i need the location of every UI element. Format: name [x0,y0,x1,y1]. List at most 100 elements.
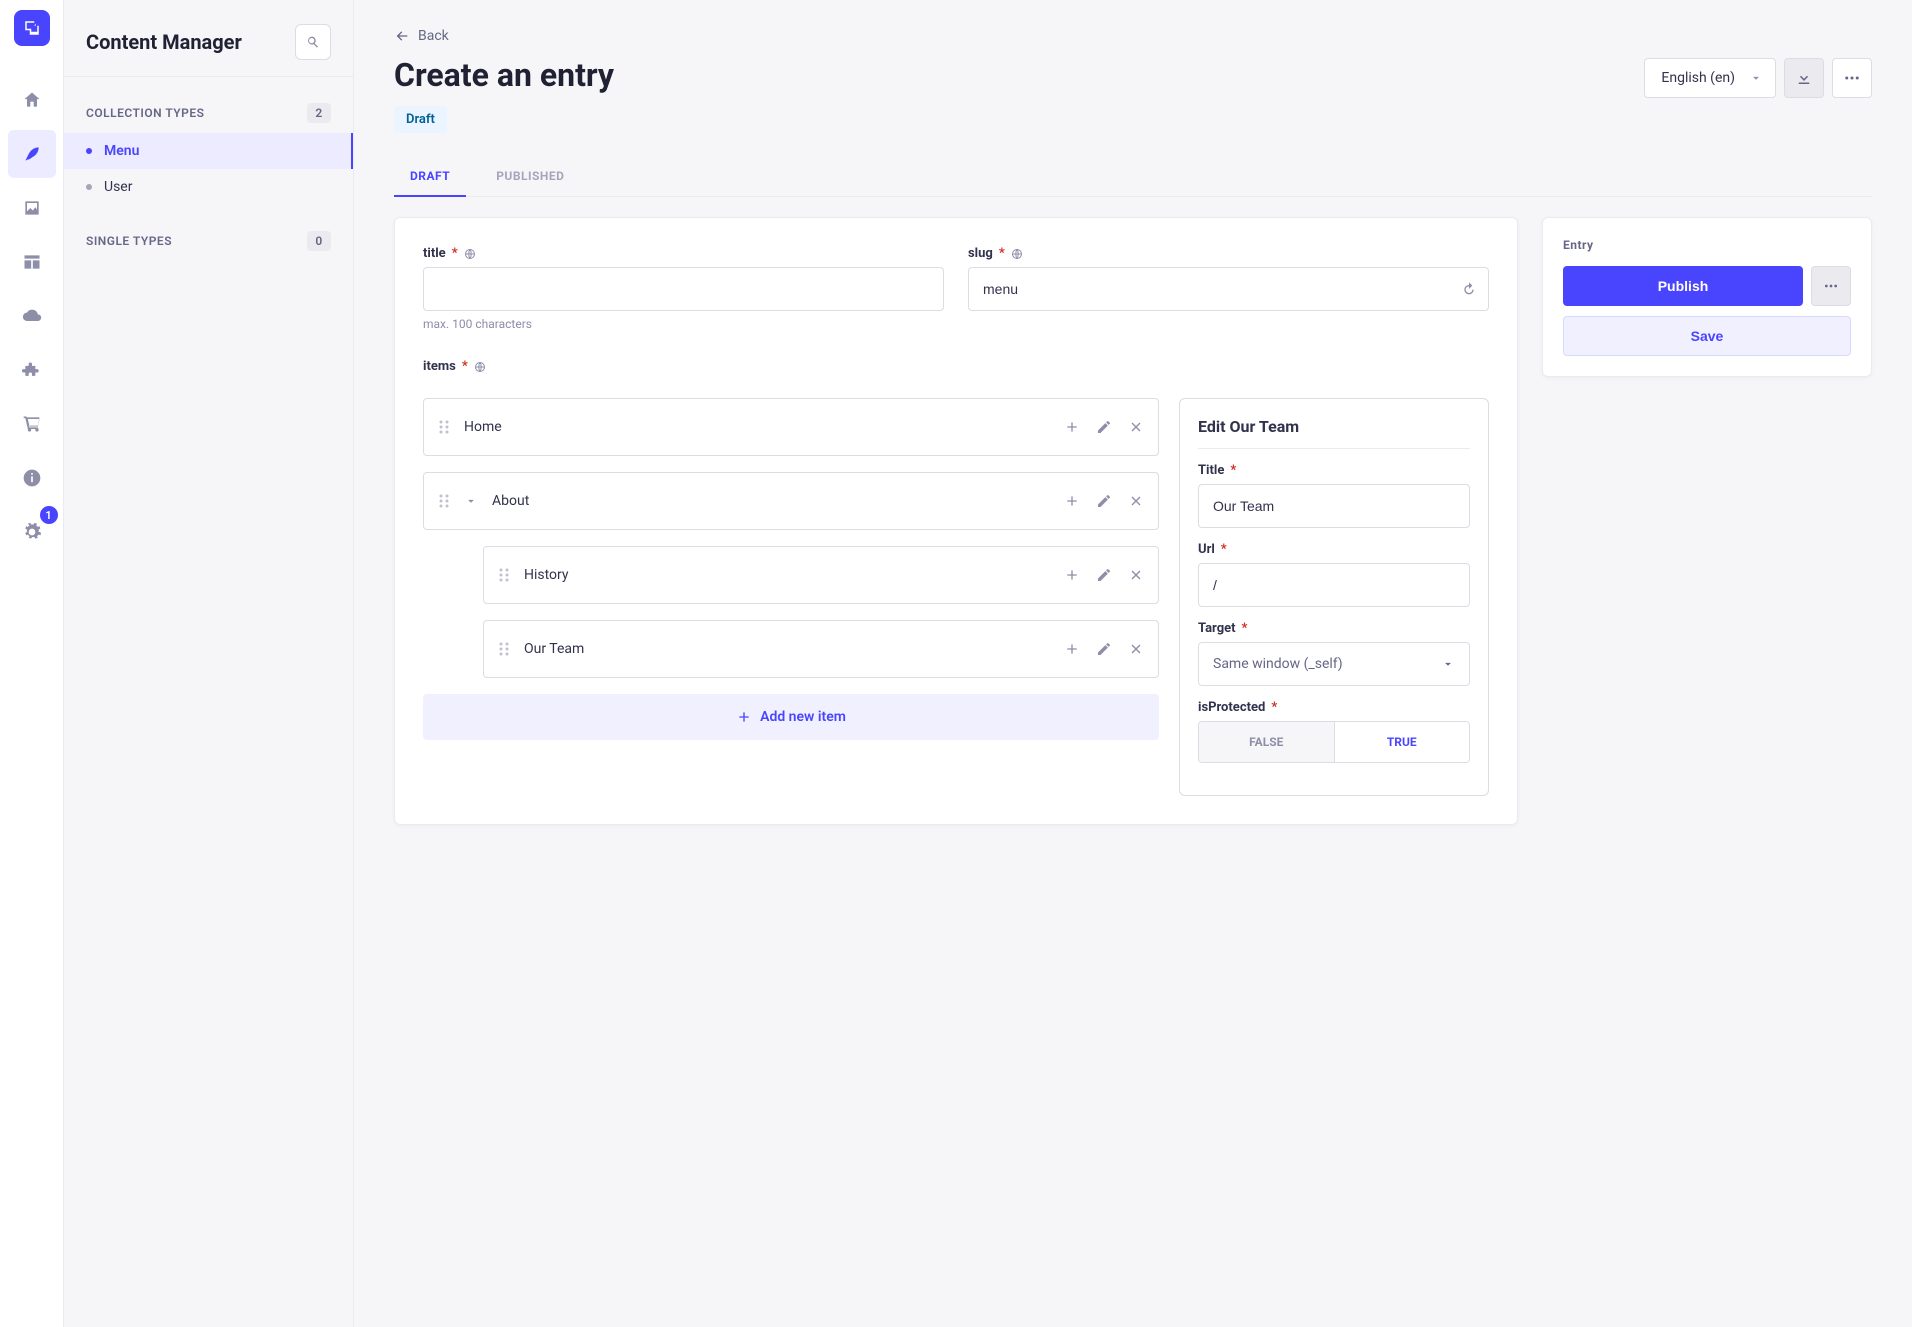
close-icon [1128,641,1144,657]
rail-cloud[interactable] [8,292,56,340]
rail-settings[interactable]: 1 [8,508,56,556]
tree-add-button[interactable] [1064,641,1080,657]
tree-edit-button[interactable] [1096,641,1112,657]
refresh-icon [1461,281,1477,297]
editor-url-input[interactable] [1198,563,1470,607]
image-icon [22,198,42,218]
puzzle-icon [22,360,42,380]
globe-icon [464,248,476,260]
publish-button[interactable]: Publish [1563,266,1803,306]
editor-target-label: Target* [1198,621,1470,636]
pencil-icon [1096,567,1112,583]
entry-heading: Entry [1563,238,1851,252]
globe-icon [1011,248,1023,260]
tree-add-button[interactable] [1064,419,1080,435]
rail-home[interactable] [8,76,56,124]
tree-item[interactable]: About [423,472,1159,530]
editor-title-input[interactable] [1198,484,1470,528]
globe-icon [474,361,486,373]
dots-icon [1843,69,1861,87]
cart-icon [22,414,42,434]
pencil-icon [1096,419,1112,435]
pencil-icon [1096,493,1112,509]
strapi-logo-icon [23,19,41,37]
plus-icon [1064,641,1080,657]
tree-item[interactable]: History [483,546,1159,604]
single-types-count: 0 [307,231,331,251]
close-icon [1128,567,1144,583]
close-icon [1128,493,1144,509]
page-title: Create an entry [394,56,614,94]
collection-types-header[interactable]: Collection Types 2 [64,93,353,133]
tab-draft[interactable]: Draft [394,157,466,197]
search-button[interactable] [295,24,331,60]
plus-icon [1064,419,1080,435]
entry-more-button[interactable] [1811,266,1851,306]
rail-marketplace[interactable] [8,400,56,448]
tree-add-button[interactable] [1064,567,1080,583]
main-content: Back Create an entry Draft English (en) [354,0,1912,1327]
editor-url-label: Url* [1198,542,1470,557]
drag-handle-icon[interactable] [498,641,510,657]
tree-item[interactable]: Our Team [483,620,1159,678]
refresh-slug-button[interactable] [1461,281,1477,297]
nav-rail: 1 [0,0,64,1327]
collection-types-count: 2 [307,103,331,123]
download-button[interactable] [1784,58,1824,98]
search-icon [305,34,321,50]
plus-icon [1064,567,1080,583]
editor-isprotected-label: isProtected* [1198,700,1470,715]
drag-handle-icon[interactable] [438,419,450,435]
editor-target-select[interactable]: Same window (_self) [1198,642,1470,686]
rail-content-type[interactable] [8,238,56,286]
pencil-icon [1096,641,1112,657]
drag-handle-icon[interactable] [498,567,510,583]
caret-down-icon [1441,657,1455,671]
tabs: Draft Published [394,157,1872,197]
save-button[interactable]: Save [1563,316,1851,356]
close-icon [1128,419,1144,435]
feather-icon [22,144,42,164]
sidebar: Content Manager Collection Types 2 Menu … [64,0,354,1327]
tree-edit-button[interactable] [1096,567,1112,583]
tree-edit-button[interactable] [1096,493,1112,509]
tree-edit-button[interactable] [1096,419,1112,435]
sidebar-item-user[interactable]: User [64,169,353,205]
tab-published[interactable]: Published [494,157,566,196]
items-tree: Home About [423,398,1159,740]
toggle-true[interactable]: TRUE [1334,722,1470,762]
slug-input[interactable] [968,267,1489,311]
app-logo[interactable] [14,10,50,46]
add-item-button[interactable]: Add new item [423,694,1159,740]
toggle-false[interactable]: FALSE [1199,722,1334,762]
more-button[interactable] [1832,58,1872,98]
title-input[interactable] [423,267,944,311]
plus-icon [736,709,752,725]
tree-item[interactable]: Home [423,398,1159,456]
chevron-down-icon[interactable] [464,494,478,508]
rail-media[interactable] [8,184,56,232]
tree-delete-button[interactable] [1128,567,1144,583]
tree-delete-button[interactable] [1128,641,1144,657]
drag-handle-icon[interactable] [438,493,450,509]
layout-icon [22,252,42,272]
back-button[interactable]: Back [394,28,614,44]
rail-plugins[interactable] [8,346,56,394]
single-types-header[interactable]: Single Types 0 [64,221,353,261]
plus-icon [1064,493,1080,509]
rail-content-manager[interactable] [8,130,56,178]
locale-select[interactable]: English (en) [1644,58,1776,98]
download-icon [1795,69,1813,87]
slug-label: slug* [968,246,1489,261]
tree-delete-button[interactable] [1128,419,1144,435]
isprotected-toggle[interactable]: FALSE TRUE [1198,721,1470,763]
item-editor: Edit Our Team Title* Url* Target* [1179,398,1489,796]
tree-delete-button[interactable] [1128,493,1144,509]
tree-add-button[interactable] [1064,493,1080,509]
gear-icon [22,522,42,542]
sidebar-title: Content Manager [86,30,242,54]
sidebar-item-menu[interactable]: Menu [64,133,353,169]
rail-info[interactable] [8,454,56,502]
items-label: items* [423,359,1489,374]
editor-heading: Edit Our Team [1198,417,1470,449]
